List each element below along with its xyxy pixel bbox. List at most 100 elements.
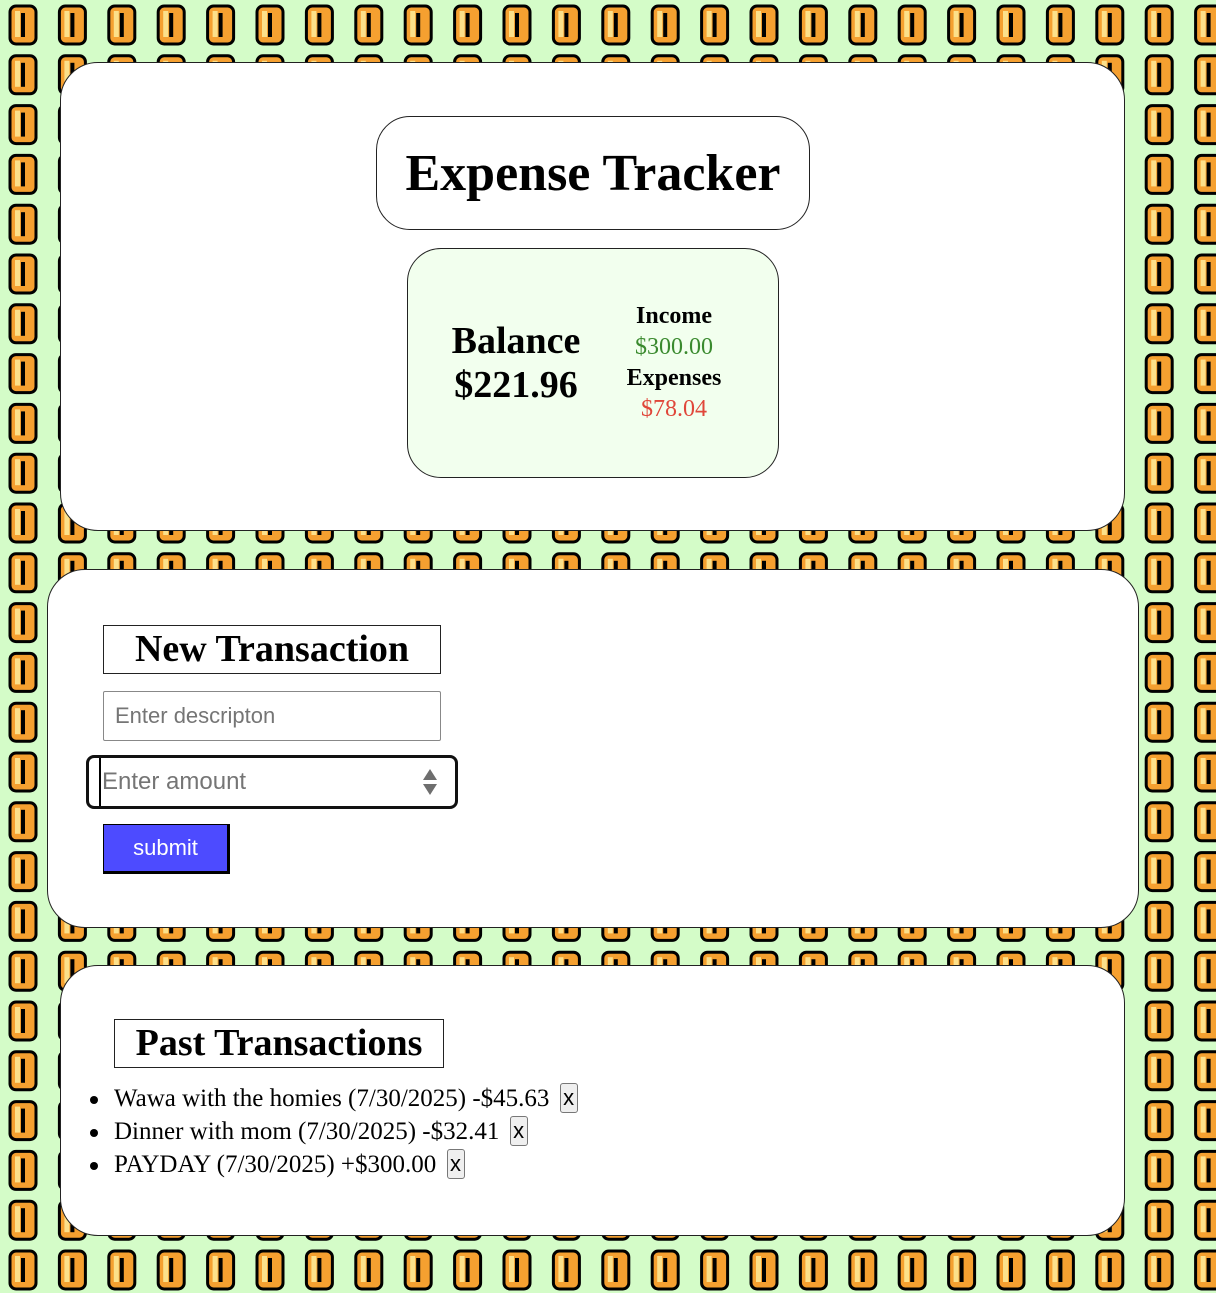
coin-icon — [8, 851, 38, 893]
amount-input[interactable] — [99, 758, 412, 806]
coin-icon — [749, 1249, 779, 1291]
coin-icon — [8, 353, 38, 395]
transaction-list: Wawa with the homies (7/30/2025) -$45.63… — [90, 1082, 578, 1181]
coin-icon — [1194, 900, 1216, 942]
coin-icon — [749, 4, 779, 46]
coin-icon — [8, 701, 38, 743]
coin-icon — [1194, 801, 1216, 843]
coin-icon — [1144, 1249, 1174, 1291]
header-panel: Expense Tracker Balance $221.96 Income $… — [60, 62, 1125, 531]
coin-icon — [1144, 1149, 1174, 1191]
coin-icon — [1194, 950, 1216, 992]
coin-icon — [1144, 751, 1174, 793]
list-item: Wawa with the homies (7/30/2025) -$45.63… — [90, 1082, 578, 1115]
coin-icon — [798, 1249, 828, 1291]
coin-icon — [206, 1249, 236, 1291]
coin-icon — [156, 4, 186, 46]
bullet-icon — [90, 1096, 98, 1104]
coin-icon — [502, 1249, 532, 1291]
coin-icon — [8, 402, 38, 444]
coin-icon — [996, 1249, 1026, 1291]
delete-transaction-button[interactable]: x — [559, 1083, 578, 1114]
coin-icon — [8, 1249, 38, 1291]
coin-icon — [57, 1249, 87, 1291]
coin-icon — [1144, 502, 1174, 544]
income-value: $300.00 — [635, 334, 713, 360]
coin-icon — [897, 4, 927, 46]
bullet-icon — [90, 1129, 98, 1137]
coin-icon — [304, 4, 334, 46]
coin-icon — [354, 1249, 384, 1291]
coin-icon — [897, 1249, 927, 1291]
coin-icon — [8, 452, 38, 494]
coin-icon — [453, 1249, 483, 1291]
expenses-label: Expenses — [626, 365, 722, 391]
transaction-text: Dinner with mom (7/30/2025) -$32.41 — [114, 1118, 500, 1145]
coin-icon — [650, 1249, 680, 1291]
bullet-icon — [90, 1162, 98, 1170]
coin-icon — [1194, 303, 1216, 345]
coin-icon — [848, 1249, 878, 1291]
coin-icon — [1144, 801, 1174, 843]
submit-button[interactable]: submit — [103, 824, 230, 874]
coin-icon — [1194, 203, 1216, 245]
coin-icon — [107, 1249, 137, 1291]
coin-icon — [798, 4, 828, 46]
coin-icon — [1144, 950, 1174, 992]
coin-icon — [453, 4, 483, 46]
list-item: Dinner with mom (7/30/2025) -$32.41 x — [90, 1115, 578, 1148]
coin-icon — [403, 1249, 433, 1291]
coin-icon — [700, 4, 730, 46]
coin-icon — [1144, 54, 1174, 96]
coin-icon — [8, 253, 38, 295]
coin-icon — [1144, 104, 1174, 146]
coin-icon — [8, 303, 38, 345]
coin-icon — [1194, 701, 1216, 743]
coin-icon — [1045, 4, 1075, 46]
coin-icon — [403, 4, 433, 46]
coin-icon — [1194, 104, 1216, 146]
coin-icon — [1144, 353, 1174, 395]
coin-icon — [1194, 253, 1216, 295]
coin-icon — [551, 1249, 581, 1291]
coin-icon — [1144, 1199, 1174, 1241]
coin-icon — [1095, 4, 1125, 46]
coin-icon — [1194, 1149, 1216, 1191]
coin-icon — [8, 801, 38, 843]
coin-icon — [1194, 4, 1216, 46]
coin-icon — [1095, 1249, 1125, 1291]
income-expenses-block: Income $300.00 Expenses $78.04 — [614, 301, 734, 425]
coin-icon — [354, 4, 384, 46]
balance-value: $221.96 — [454, 364, 578, 406]
coin-icon — [1144, 4, 1174, 46]
coin-icon — [57, 4, 87, 46]
coin-icon — [8, 203, 38, 245]
coin-icon — [1194, 851, 1216, 893]
spinner-arrows-icon[interactable] — [421, 767, 439, 797]
expenses-value: $78.04 — [641, 396, 707, 422]
coin-icon — [1194, 1199, 1216, 1241]
amount-field[interactable] — [86, 755, 458, 809]
coin-icon — [1194, 751, 1216, 793]
coin-icon — [1194, 153, 1216, 195]
coin-icon — [1194, 552, 1216, 594]
delete-transaction-button[interactable]: x — [509, 1116, 528, 1147]
coin-icon — [700, 1249, 730, 1291]
delete-transaction-button[interactable]: x — [446, 1149, 465, 1180]
coin-icon — [1194, 1100, 1216, 1142]
coin-icon — [8, 1000, 38, 1042]
coin-icon — [206, 4, 236, 46]
coin-icon — [1144, 1000, 1174, 1042]
coin-icon — [8, 1050, 38, 1092]
coin-icon — [1194, 402, 1216, 444]
coin-icon — [551, 4, 581, 46]
coin-icon — [1144, 303, 1174, 345]
coin-icon — [1194, 651, 1216, 693]
transaction-text: Wawa with the homies (7/30/2025) -$45.63 — [114, 1085, 550, 1112]
description-input[interactable] — [103, 691, 441, 741]
coin-icon — [8, 1149, 38, 1191]
coin-icon — [947, 4, 977, 46]
past-transactions-heading: Past Transactions — [114, 1019, 444, 1068]
coin-icon — [1144, 900, 1174, 942]
coin-icon — [650, 4, 680, 46]
